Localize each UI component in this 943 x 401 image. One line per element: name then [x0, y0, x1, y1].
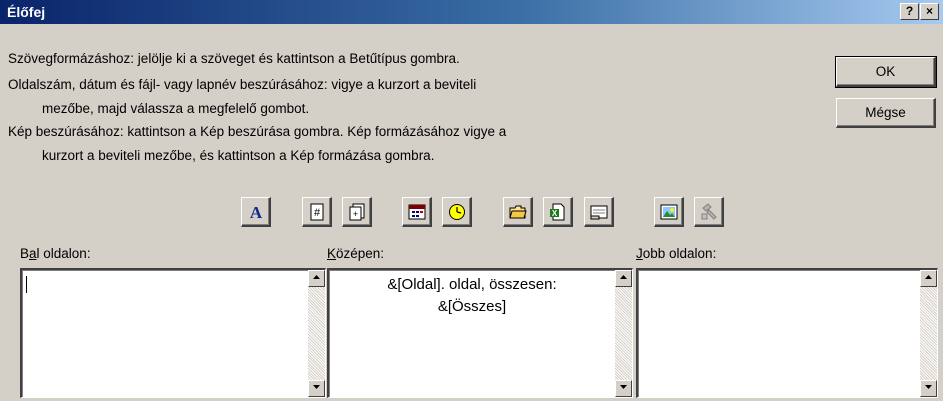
svg-text:X: X — [551, 209, 557, 218]
arrow-down-icon — [313, 385, 320, 389]
left-section-field[interactable] — [20, 268, 326, 398]
arrow-up-icon — [313, 275, 320, 279]
center-section-label: Középen: — [327, 246, 385, 261]
scroll-up-button[interactable] — [615, 270, 632, 287]
window-title: Élőfej — [7, 4, 46, 20]
arrow-up-icon — [925, 275, 932, 279]
instruction-text-2: Oldalszám, dátum és fájl- vagy lapnév be… — [8, 77, 477, 92]
right-section-label: Jobb oldalon: — [636, 246, 717, 261]
arrow-down-icon — [925, 385, 932, 389]
ok-button[interactable]: OK — [835, 56, 937, 88]
center-section-field[interactable]: &[Oldal]. oldal, összesen: &[Összes] — [327, 268, 633, 398]
sheet-tab-icon — [590, 205, 607, 219]
arrow-up-icon — [620, 275, 627, 279]
help-button[interactable]: ? — [900, 3, 919, 20]
font-A-icon: A — [249, 203, 262, 221]
page-number-button[interactable]: # — [302, 197, 332, 227]
page-number-icon: # — [310, 203, 323, 220]
svg-text:#: # — [313, 207, 320, 219]
scroll-up-button[interactable] — [920, 270, 937, 287]
right-scrollbar[interactable] — [920, 270, 937, 397]
total-pages-icon: + — [349, 203, 364, 220]
scroll-down-button[interactable] — [308, 380, 325, 397]
format-picture-button[interactable] — [694, 197, 724, 227]
svg-text:+: + — [352, 209, 357, 219]
text-cursor — [26, 276, 27, 293]
instruction-text-5: kurzort a beviteli mezőbe, és kattintson… — [42, 148, 435, 163]
svg-text:A: A — [249, 203, 262, 221]
right-section-field[interactable] — [636, 268, 938, 398]
instruction-text-3: mezőbe, majd válassza a megfelelő gombot… — [42, 101, 310, 116]
sheet-name-button[interactable] — [584, 197, 614, 227]
center-text-line-2: &[Összes] — [437, 298, 507, 315]
cancel-button[interactable]: Mégse — [836, 98, 936, 128]
left-scrollbar[interactable] — [308, 270, 325, 397]
title-bar: Élőfej ? × — [0, 0, 943, 24]
clock-icon — [448, 203, 465, 220]
left-section-label: Bal oldalon: — [20, 246, 91, 261]
file-path-button[interactable] — [503, 197, 533, 227]
font-button[interactable]: A — [241, 197, 271, 227]
center-scrollbar[interactable] — [615, 270, 632, 397]
format-picture-icon — [701, 202, 717, 220]
scroll-up-button[interactable] — [308, 270, 325, 287]
scroll-down-button[interactable] — [920, 380, 937, 397]
insert-picture-button[interactable] — [654, 197, 684, 227]
picture-icon — [660, 204, 677, 219]
center-section-text: &[Oldal]. oldal, összesen: &[Összes] — [333, 274, 611, 318]
center-text-line-1: &[Oldal]. oldal, összesen: — [387, 276, 557, 293]
close-button[interactable]: × — [920, 3, 939, 20]
date-icon — [408, 204, 425, 219]
arrow-down-icon — [620, 385, 627, 389]
time-button[interactable] — [442, 197, 472, 227]
scroll-down-button[interactable] — [615, 380, 632, 397]
folder-icon — [508, 205, 527, 218]
excel-file-icon: X — [549, 203, 564, 220]
instruction-text-1: Szövegformázáshoz: jelölje ki a szöveget… — [8, 51, 460, 66]
instruction-text-4: Kép beszúrásához: kattintson a Kép beszú… — [8, 124, 507, 139]
date-button[interactable] — [402, 197, 432, 227]
file-name-button[interactable]: X — [543, 197, 573, 227]
total-pages-button[interactable]: + — [342, 197, 372, 227]
